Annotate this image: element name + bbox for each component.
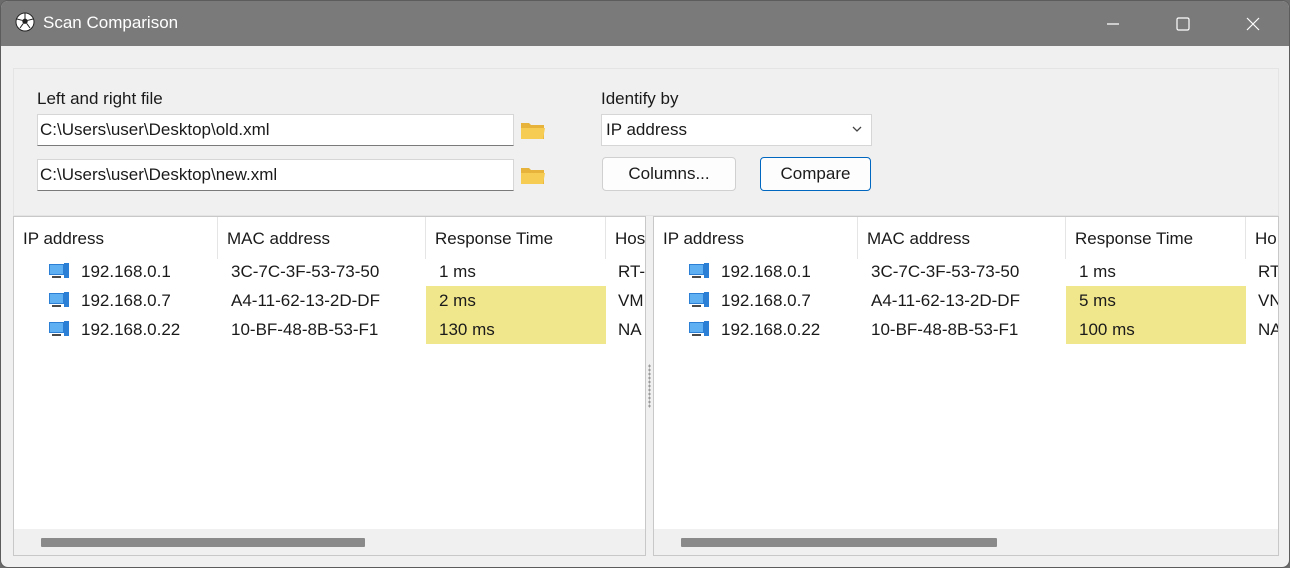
response-time-cell-changed: 130 ms (426, 315, 606, 344)
ip-cell: 192.168.0.7 (81, 291, 171, 310)
title-bar[interactable]: Scan Comparison (1, 1, 1289, 46)
compare-button[interactable]: Compare (760, 157, 871, 191)
mac-cell: 10-BF-48-8B-53-F1 (231, 320, 379, 339)
window-title: Scan Comparison (43, 13, 179, 32)
column-header-hostname[interactable]: Hos (606, 217, 645, 259)
ip-cell: 192.168.0.22 (81, 320, 181, 339)
ip-cell: 192.168.0.1 (721, 262, 811, 281)
response-time-cell-changed: 2 ms (426, 286, 606, 315)
soccer-ball-icon (15, 12, 35, 32)
mac-cell: A4-11-62-13-2D-DF (871, 291, 1020, 310)
maximize-button[interactable] (1148, 1, 1218, 46)
column-header-ip[interactable]: IP address (654, 217, 858, 259)
identify-by-value: IP address (606, 120, 687, 139)
splitter[interactable] (646, 216, 653, 556)
right-list-header: IP address MAC address Response Time Ho (654, 217, 1278, 259)
response-time-cell-changed: 5 ms (1066, 286, 1246, 315)
mac-cell: A4-11-62-13-2D-DF (231, 291, 380, 310)
options-panel: Left and right file C:\Users\user\Deskto… (13, 68, 1279, 216)
table-row[interactable]: 192.168.0.22 10-BF-48-8B-53-F1 100 ms NA (654, 315, 1278, 344)
table-row[interactable]: 192.168.0.7 A4-11-62-13-2D-DF 5 ms VN (654, 286, 1278, 315)
mac-cell: 3C-7C-3F-53-73-50 (871, 262, 1020, 281)
left-file-input[interactable]: C:\Users\user\Desktop\old.xml (37, 114, 514, 146)
table-row[interactable]: 192.168.0.22 10-BF-48-8B-53-F1 130 ms NA (14, 315, 645, 344)
response-time-cell-changed: 100 ms (1066, 315, 1246, 344)
folder-open-icon[interactable] (520, 119, 546, 141)
ip-cell: 192.168.0.7 (721, 291, 811, 310)
column-header-response-time[interactable]: Response Time (1066, 217, 1246, 259)
maximize-icon (1176, 16, 1190, 31)
chevron-down-icon (852, 126, 862, 132)
hostname-cell: RT (1258, 262, 1279, 281)
computer-icon (689, 321, 709, 336)
hostname-cell: RT- (618, 262, 646, 281)
column-header-mac[interactable]: MAC address (858, 217, 1066, 259)
splitter-grip (648, 364, 651, 408)
hostname-cell: VM (618, 291, 644, 310)
columns-button[interactable]: Columns... (602, 157, 736, 191)
scrollbar-thumb[interactable] (41, 538, 365, 547)
folder-open-icon[interactable] (520, 164, 546, 186)
table-row[interactable]: 192.168.0.7 A4-11-62-13-2D-DF 2 ms VM (14, 286, 645, 315)
right-results-list[interactable]: IP address MAC address Response Time Ho … (653, 216, 1279, 556)
hostname-cell: NA (1258, 320, 1278, 339)
scrollbar-thumb[interactable] (681, 538, 997, 547)
right-file-input[interactable]: C:\Users\user\Desktop\new.xml (37, 159, 514, 191)
computer-icon (49, 263, 69, 278)
identify-by-label: Identify by (601, 89, 679, 108)
computer-icon (49, 292, 69, 307)
ip-cell: 192.168.0.22 (721, 320, 821, 339)
close-button[interactable] (1218, 1, 1288, 46)
horizontal-scrollbar[interactable] (654, 529, 1278, 555)
mac-cell: 10-BF-48-8B-53-F1 (871, 320, 1019, 339)
column-header-ip[interactable]: IP address (14, 217, 218, 259)
scan-comparison-window: Scan Comparison Left and right file C:\U… (0, 0, 1290, 568)
ip-cell: 192.168.0.1 (81, 262, 171, 281)
column-header-response-time[interactable]: Response Time (426, 217, 606, 259)
files-label: Left and right file (37, 89, 163, 108)
table-row[interactable]: 192.168.0.1 3C-7C-3F-53-73-50 1 ms RT- (14, 257, 645, 286)
hostname-cell: VN (1258, 291, 1278, 310)
column-header-mac[interactable]: MAC address (218, 217, 426, 259)
minimize-icon (1107, 22, 1119, 25)
response-time-cell: 1 ms (439, 262, 476, 281)
horizontal-scrollbar[interactable] (14, 529, 645, 555)
computer-icon (689, 263, 709, 278)
hostname-cell: NA (618, 320, 642, 339)
close-icon (1246, 17, 1260, 30)
identify-by-select[interactable]: IP address (601, 114, 872, 146)
table-row[interactable]: 192.168.0.1 3C-7C-3F-53-73-50 1 ms RT (654, 257, 1278, 286)
computer-icon (49, 321, 69, 336)
left-results-list[interactable]: IP address MAC address Response Time Hos… (13, 216, 646, 556)
left-list-header: IP address MAC address Response Time Hos (14, 217, 645, 259)
column-header-hostname[interactable]: Ho (1246, 217, 1278, 259)
minimize-button[interactable] (1078, 1, 1148, 46)
mac-cell: 3C-7C-3F-53-73-50 (231, 262, 380, 281)
computer-icon (689, 292, 709, 307)
response-time-cell: 1 ms (1079, 262, 1116, 281)
